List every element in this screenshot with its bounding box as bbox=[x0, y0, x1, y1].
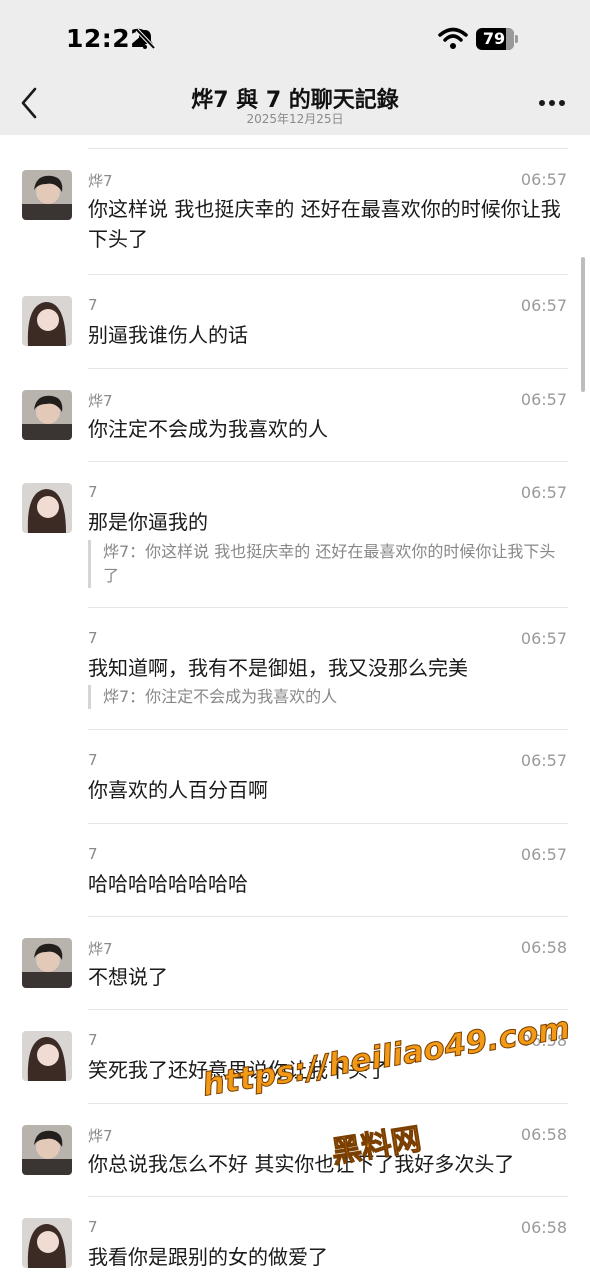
avatar[interactable] bbox=[22, 1031, 72, 1081]
watermark-brand: 黑料网 bbox=[329, 1121, 424, 1171]
avatar[interactable] bbox=[22, 170, 72, 220]
message-time: 06:57 bbox=[520, 390, 567, 409]
girl-avatar-icon bbox=[22, 1031, 72, 1081]
avatar[interactable] bbox=[22, 483, 72, 533]
bell-muted-icon bbox=[135, 28, 156, 50]
message-time: 06:57 bbox=[520, 845, 567, 864]
divider bbox=[88, 729, 568, 730]
message-time: 06:57 bbox=[520, 629, 567, 648]
boy-avatar-icon bbox=[22, 1125, 72, 1175]
message-time: 06:58 bbox=[520, 1218, 567, 1237]
message-text: 那是你逼我的 bbox=[88, 510, 208, 534]
divider bbox=[88, 274, 568, 275]
sender-name: 7 bbox=[88, 751, 98, 769]
sender-name: 7 bbox=[88, 1218, 98, 1236]
sender-name: 7 bbox=[88, 296, 98, 314]
message-time: 06:57 bbox=[520, 170, 567, 189]
avatar[interactable] bbox=[22, 390, 72, 440]
boy-avatar-icon bbox=[22, 938, 72, 988]
girl-avatar-icon bbox=[22, 296, 72, 346]
quoted-message[interactable]: 烨7：你这样说 我也挺庆幸的 还好在最喜欢你的时候你让我下头了 bbox=[88, 540, 568, 588]
divider bbox=[88, 148, 568, 149]
message-text: 你注定不会成为我喜欢的人 bbox=[88, 417, 328, 441]
sender-name: 7 bbox=[88, 845, 98, 863]
sender-name: 7 bbox=[88, 483, 98, 501]
more-options-icon[interactable] bbox=[538, 99, 566, 107]
message-time: 06:57 bbox=[520, 296, 567, 315]
divider bbox=[88, 823, 568, 824]
message-time: 06:57 bbox=[520, 751, 567, 770]
divider bbox=[88, 1009, 568, 1010]
watermark: https://heiliao49.com 黑料网 bbox=[200, 1009, 574, 1188]
sender-name: 烨7 bbox=[88, 172, 113, 190]
message-text: 哈哈哈哈哈哈哈哈 bbox=[88, 872, 248, 896]
top-bar: 12:22 79 烨7 與 7 的聊天記錄 2025年12月25日 bbox=[0, 0, 590, 135]
message-time: 06:58 bbox=[520, 938, 567, 957]
divider bbox=[88, 916, 568, 917]
sender-name: 7 bbox=[88, 1031, 98, 1049]
avatar[interactable] bbox=[22, 1125, 72, 1175]
avatar[interactable] bbox=[22, 296, 72, 346]
sender-name: 烨7 bbox=[88, 1127, 113, 1145]
avatar[interactable] bbox=[22, 1218, 72, 1268]
girl-avatar-icon bbox=[22, 1218, 72, 1268]
back-arrow-icon[interactable] bbox=[18, 86, 40, 120]
battery-level: 79 bbox=[482, 29, 506, 48]
message-text: 我知道啊，我有不是御姐，我又没那么完美 bbox=[88, 656, 468, 680]
scrollbar[interactable] bbox=[581, 257, 585, 392]
girl-avatar-icon bbox=[22, 483, 72, 533]
sender-name: 7 bbox=[88, 629, 98, 647]
message-text: 不想说了 bbox=[88, 965, 168, 989]
divider bbox=[88, 607, 568, 608]
sender-name: 烨7 bbox=[88, 940, 113, 958]
boy-avatar-icon bbox=[22, 390, 72, 440]
avatar[interactable] bbox=[22, 938, 72, 988]
message-text: 别逼我谁伤人的话 bbox=[88, 323, 248, 347]
message-time: 06:57 bbox=[520, 483, 567, 502]
wifi-icon bbox=[438, 27, 468, 49]
message-text: 你喜欢的人百分百啊 bbox=[88, 778, 268, 802]
boy-avatar-icon bbox=[22, 170, 72, 220]
chat-date: 2025年12月25日 bbox=[246, 112, 344, 126]
quoted-message[interactable]: 烨7：你注定不会成为我喜欢的人 bbox=[88, 685, 568, 709]
divider bbox=[88, 368, 568, 369]
sender-name: 烨7 bbox=[88, 392, 113, 410]
message-text: 你这样说 我也挺庆幸的 还好在最喜欢你的时候你让我下头了 bbox=[88, 197, 561, 251]
divider bbox=[88, 461, 568, 462]
message-text: 我看你是跟别的女的做爱了 bbox=[88, 1245, 328, 1269]
divider bbox=[88, 1196, 568, 1197]
battery-icon: 79 bbox=[476, 28, 518, 50]
